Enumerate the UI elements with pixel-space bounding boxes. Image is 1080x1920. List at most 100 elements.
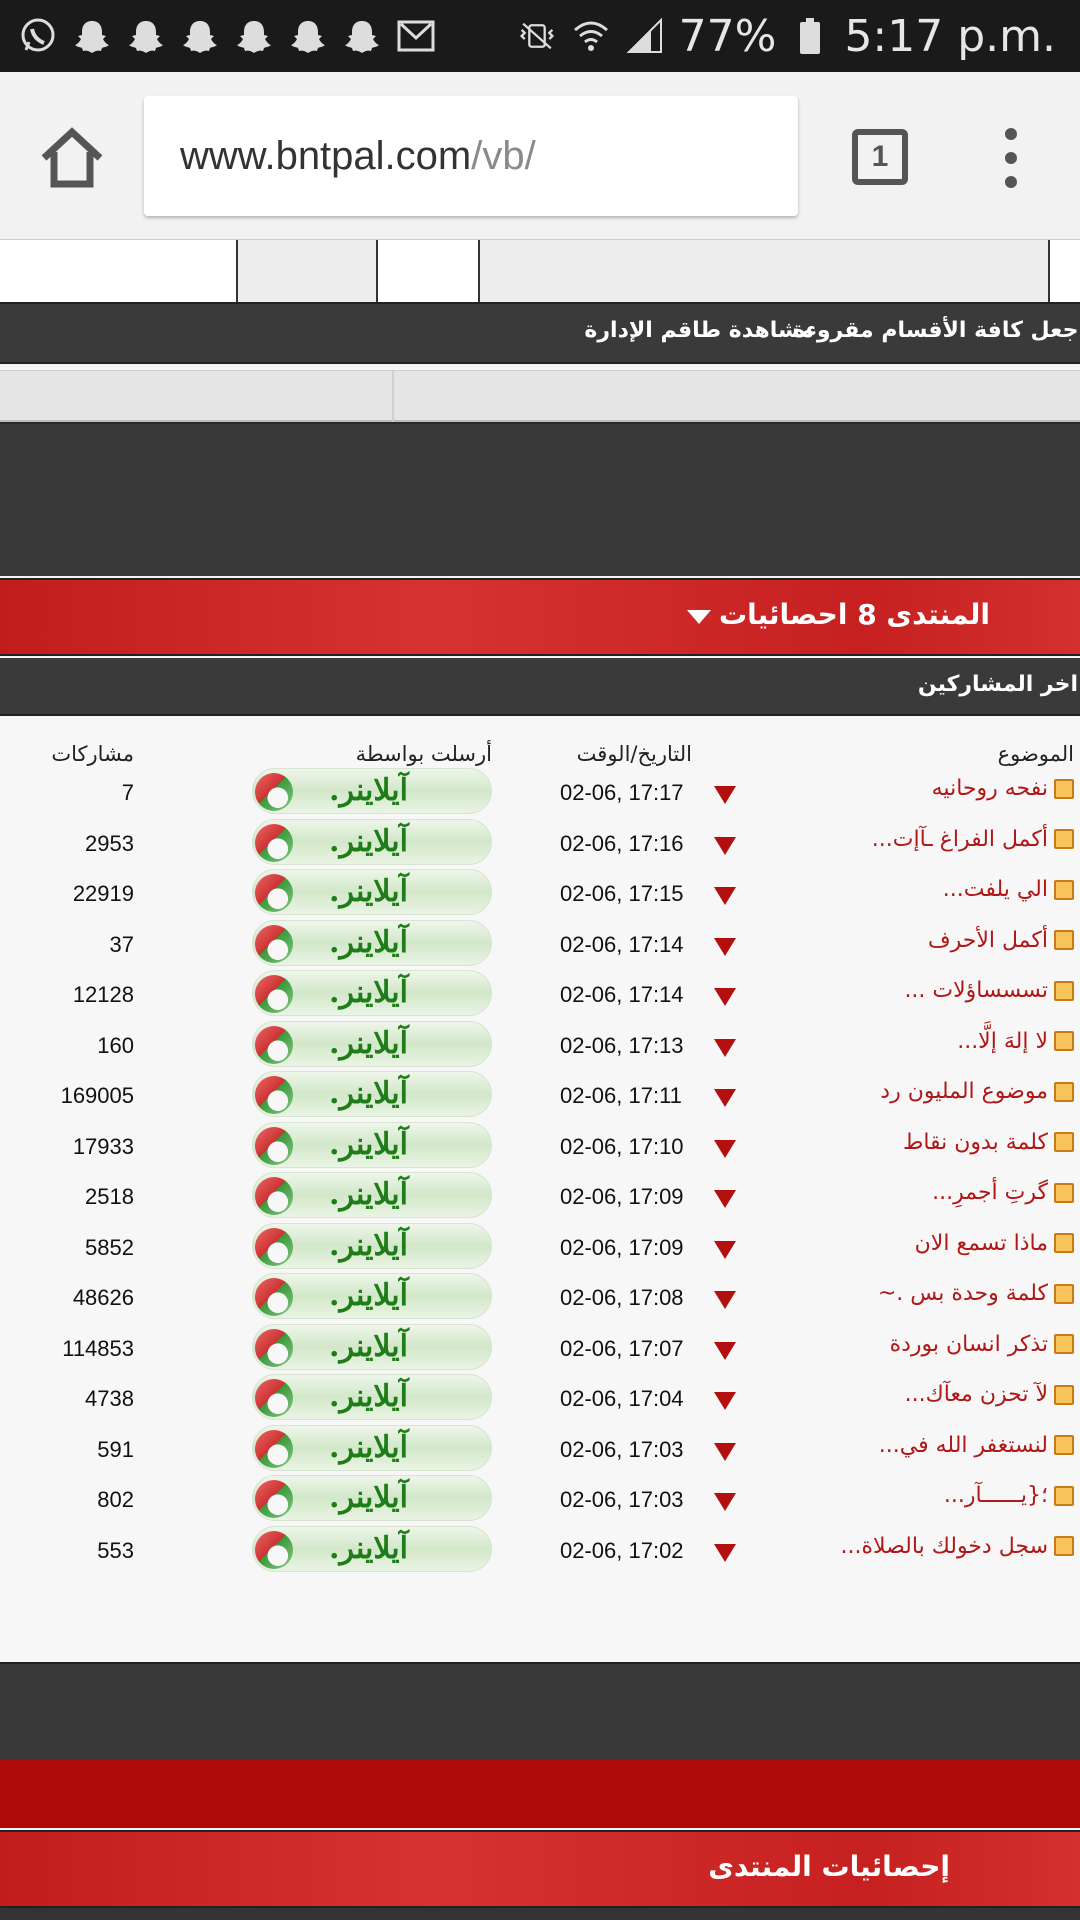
topic-title[interactable]: ؛{يــــــآر... — [944, 1483, 1048, 1508]
username[interactable]: آيلاينر. — [329, 1531, 408, 1566]
topic-title[interactable]: نفحه روحانيه — [932, 776, 1048, 801]
post-count: 160 — [97, 1032, 134, 1058]
username[interactable]: آيلاينر. — [329, 1379, 408, 1414]
go-to-last-post-icon[interactable] — [714, 1543, 736, 1562]
username[interactable]: آيلاينر. — [329, 925, 408, 960]
go-to-last-post-icon[interactable] — [714, 937, 736, 956]
go-to-last-post-icon[interactable] — [714, 1038, 736, 1057]
username-badge[interactable]: آيلاينر. — [252, 970, 492, 1016]
topic-title[interactable]: لآ تحزن معآك... — [905, 1382, 1048, 1407]
go-to-last-post-icon[interactable] — [714, 1240, 736, 1259]
username[interactable]: آيلاينر. — [329, 975, 408, 1010]
username-badge[interactable]: آيلاينر. — [252, 1222, 492, 1269]
username-badge[interactable]: آيلاينر. — [252, 919, 492, 966]
topic-link[interactable]: ؛{يــــــآر... — [944, 1483, 1074, 1508]
topic-title[interactable]: موضوع المليون رد — [880, 1079, 1048, 1104]
dark-panel-bottom — [0, 1662, 1080, 1760]
topic-title[interactable]: تسسساؤلات ... — [904, 978, 1048, 1003]
user-flag-icon — [255, 1126, 293, 1165]
username[interactable]: آيلاينر. — [329, 1430, 408, 1465]
username-badge[interactable]: آيلاينر. — [252, 1424, 492, 1471]
go-to-last-post-icon[interactable] — [714, 988, 736, 1006]
home-icon[interactable] — [38, 126, 106, 190]
signal-icon — [625, 16, 665, 56]
username-badge[interactable]: آيلاينر. — [252, 1121, 492, 1168]
topic-title[interactable]: كلمة وحدة بس .~ — [878, 1281, 1048, 1306]
username-badge[interactable]: آيلاينر. — [252, 1323, 492, 1370]
topic-title[interactable]: لا إلهَ إلَّا... — [957, 1029, 1048, 1054]
username-badge[interactable]: آيلاينر. — [252, 1273, 492, 1319]
go-to-last-post-icon[interactable] — [714, 887, 736, 905]
topic-link[interactable]: كلمة وحدة بس .~ — [878, 1281, 1074, 1306]
username[interactable]: آيلاينر. — [329, 1329, 408, 1364]
topic-link[interactable]: موضوع المليون رد — [880, 1079, 1074, 1104]
topic-title[interactable]: كلمة بدون نقاط — [903, 1130, 1048, 1155]
topic-link[interactable]: كلمة بدون نقاط — [903, 1130, 1074, 1155]
go-to-last-post-icon[interactable] — [714, 786, 736, 804]
username-badge[interactable]: آيلاينر. — [252, 818, 492, 865]
username-badge[interactable]: آيلاينر. — [252, 1020, 492, 1067]
username[interactable]: آيلاينر. — [329, 874, 408, 909]
url-text[interactable]: www.bntpal.com/vb/ — [180, 134, 536, 179]
username[interactable]: آيلاينر. — [329, 1127, 408, 1162]
collapse-icon[interactable] — [686, 609, 711, 624]
topic-link[interactable]: الي يلفت... — [943, 877, 1074, 902]
topic-title[interactable]: سجل دخولك بالصلاة... — [840, 1534, 1048, 1559]
topic-title[interactable]: الي يلفت... — [943, 877, 1048, 902]
topic-link[interactable]: لنستغفر الله في... — [879, 1433, 1074, 1458]
username[interactable]: آيلاينر. — [329, 773, 408, 808]
url-bar[interactable]: www.bntpal.com/vb/ — [144, 96, 798, 216]
topic-link[interactable]: لآ تحزن معآك... — [905, 1382, 1074, 1407]
username[interactable]: آيلاينر. — [329, 1480, 408, 1515]
go-to-last-post-icon[interactable] — [714, 1392, 736, 1410]
topic-title[interactable]: أكمل الأحرف — [928, 928, 1048, 953]
topic-title[interactable]: ماذا تسمع الان — [915, 1231, 1048, 1256]
username-badge[interactable]: آيلاينر. — [252, 768, 492, 814]
username-badge[interactable]: آيلاينر. — [252, 1071, 492, 1117]
username-badge[interactable]: آيلاينر. — [252, 1172, 492, 1218]
go-to-last-post-icon[interactable] — [714, 1493, 736, 1511]
topic-title[interactable]: أكمل الفراغ ـآإت... — [872, 827, 1048, 852]
go-to-last-post-icon[interactable] — [714, 1190, 736, 1208]
username-badge[interactable]: آيلاينر. — [252, 1525, 492, 1572]
stats-section-header[interactable]: المنتدى 8 احصائيات — [0, 578, 1080, 656]
topic-link[interactable]: نفحه روحانيه — [932, 776, 1074, 801]
mark-forums-read-link[interactable]: اجعل كافة الأقسام مقروءة — [793, 318, 1080, 343]
username[interactable]: آيلاينر. — [329, 1228, 408, 1263]
go-to-last-post-icon[interactable] — [714, 1089, 736, 1107]
forum-stats-header[interactable]: إحصائيات المنتدى — [0, 1830, 1080, 1908]
username[interactable]: آيلاينر. — [329, 824, 408, 859]
topic-link[interactable]: تسسساؤلات ... — [904, 978, 1074, 1003]
tab-count: 1 — [871, 140, 889, 173]
topic-title[interactable]: تذكر انسان بوردة — [890, 1332, 1048, 1357]
go-to-last-post-icon[interactable] — [714, 836, 736, 855]
table-row: تسسساؤلات ... 02-06, 17:14 آيلاينر. 12128 — [0, 970, 1080, 1020]
username[interactable]: آيلاينر. — [329, 1076, 408, 1111]
go-to-last-post-icon[interactable] — [714, 1341, 736, 1360]
topic-link[interactable]: گرتِ أجمرِ... — [932, 1180, 1074, 1205]
username[interactable]: آيلاينر. — [329, 1177, 408, 1212]
topic-link[interactable]: لا إلهَ إلَّا... — [957, 1029, 1074, 1054]
username[interactable]: آيلاينر. — [329, 1278, 408, 1313]
topic-link[interactable]: أكمل الأحرف — [928, 928, 1074, 953]
username-badge[interactable]: آيلاينر. — [252, 1475, 492, 1521]
notification-icons — [18, 14, 436, 58]
topic-link[interactable]: ماذا تسمع الان — [915, 1231, 1074, 1256]
topic-link[interactable]: سجل دخولك بالصلاة... — [840, 1534, 1074, 1559]
user-flag-icon — [255, 1530, 293, 1569]
system-status: 77% 5:17 p.m. — [517, 8, 1056, 64]
overflow-menu-icon[interactable] — [996, 128, 1026, 188]
view-staff-link[interactable]: مشاهدة طاقم الإدارة — [584, 318, 814, 343]
topic-title[interactable]: گرتِ أجمرِ... — [932, 1180, 1048, 1205]
username-badge[interactable]: آيلاينر. — [252, 1374, 492, 1420]
go-to-last-post-icon[interactable] — [714, 1291, 736, 1309]
go-to-last-post-icon[interactable] — [714, 1442, 736, 1461]
username-badge[interactable]: آيلاينر. — [252, 869, 492, 915]
topic-title[interactable]: لنستغفر الله في... — [879, 1433, 1048, 1458]
tab-switcher-button[interactable]: 1 — [852, 129, 908, 185]
topic-link[interactable]: تذكر انسان بوردة — [890, 1332, 1074, 1357]
post-count: 12128 — [72, 982, 134, 1007]
go-to-last-post-icon[interactable] — [714, 1139, 736, 1158]
username[interactable]: آيلاينر. — [329, 1026, 408, 1061]
topic-link[interactable]: أكمل الفراغ ـآإت... — [872, 827, 1074, 852]
